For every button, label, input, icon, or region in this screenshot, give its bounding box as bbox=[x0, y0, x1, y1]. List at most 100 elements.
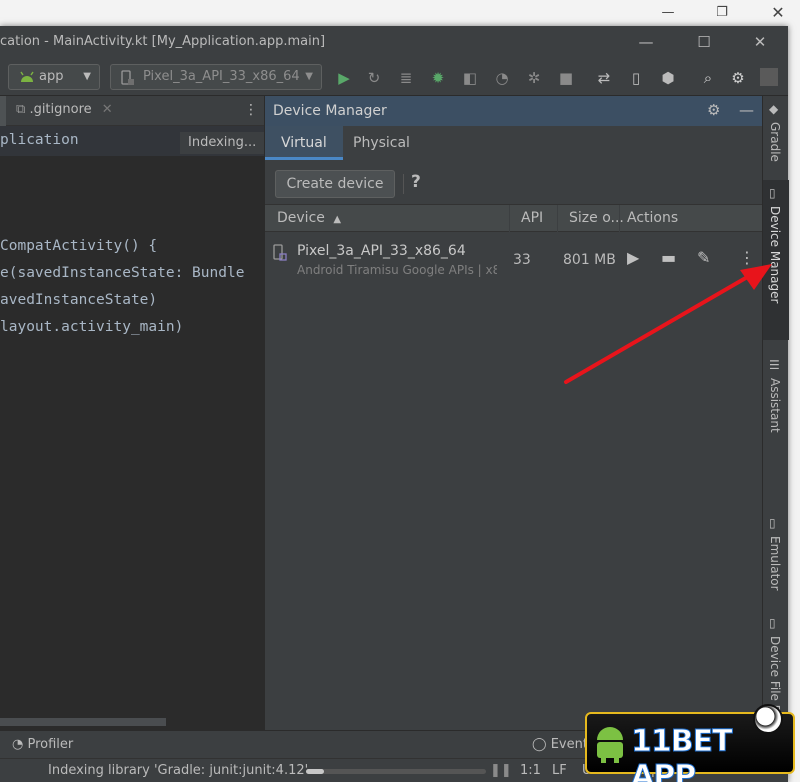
column-actions: Actions bbox=[627, 210, 679, 226]
code-line: CompatActivity() { bbox=[0, 238, 158, 254]
event-log-label: Event bbox=[550, 737, 588, 752]
outer-close-icon[interactable]: ✕ bbox=[764, 4, 792, 22]
elephant-icon: ◆ bbox=[769, 102, 779, 116]
line-separator[interactable]: LF bbox=[552, 763, 567, 778]
profile-icon[interactable]: ◔ bbox=[492, 68, 512, 88]
column-divider[interactable] bbox=[619, 205, 620, 233]
device-combo[interactable]: Pixel_3a_API_33_x86_64 ▼ bbox=[110, 64, 322, 90]
watermark-logo: 11BET APP bbox=[585, 704, 795, 782]
column-api[interactable]: API bbox=[521, 210, 543, 226]
column-device-label: Device bbox=[277, 210, 325, 226]
status-message: Indexing library 'Gradle: junit:junit:4.… bbox=[48, 763, 309, 778]
window-title: cation - MainActivity.kt [My_Application… bbox=[0, 34, 326, 49]
module-combo[interactable]: app ▼ bbox=[8, 64, 100, 90]
column-device[interactable]: Device ▲ bbox=[277, 210, 341, 226]
device-manager-toolbar-icon[interactable]: ▯ bbox=[626, 68, 646, 88]
main-toolbar: app ▼ Pixel_3a_API_33_x86_64 ▼ ▶ ↻ ≣ ✹ ◧… bbox=[0, 58, 788, 96]
right-tool-bar: ◆ Gradle ▯ Device Manager ☰ Assistant ▯ … bbox=[762, 96, 789, 743]
device-table-header: Device ▲ API Size o... Actions bbox=[265, 204, 763, 233]
breadcrumb: plication Indexing... bbox=[0, 126, 264, 156]
create-device-button[interactable]: Create device bbox=[275, 170, 395, 198]
file-icon: ⧉ bbox=[16, 102, 26, 117]
sidebar-item-label: Emulator bbox=[768, 536, 782, 591]
debug-icon[interactable]: ✹ bbox=[428, 68, 448, 88]
outer-minimize-icon[interactable]: — bbox=[654, 4, 682, 22]
help-icon[interactable]: ? bbox=[411, 172, 421, 192]
sidebar-item-emulator[interactable]: ▯ Emulator bbox=[763, 510, 789, 591]
device-icon: ▯ bbox=[769, 186, 776, 200]
sort-ascending-icon: ▲ bbox=[333, 214, 342, 225]
code-editor[interactable]: plication Indexing... CompatActivity() {… bbox=[0, 126, 264, 730]
column-divider[interactable] bbox=[509, 205, 510, 233]
code-line: layout.activity_main) bbox=[0, 319, 184, 335]
column-size[interactable]: Size o... bbox=[569, 210, 624, 226]
tab-virtual[interactable]: Virtual bbox=[265, 126, 343, 160]
chevron-down-icon: ▼ bbox=[305, 71, 313, 82]
minimize-icon[interactable]: — bbox=[634, 32, 658, 52]
sidebar-item-gradle[interactable]: ◆ Gradle bbox=[763, 96, 789, 170]
indexing-progress bbox=[306, 769, 486, 774]
active-tab-edge bbox=[0, 96, 6, 126]
search-icon[interactable]: ⌕ bbox=[698, 68, 718, 88]
profiler-label: Profiler bbox=[27, 737, 74, 752]
hide-panel-icon[interactable]: — bbox=[739, 101, 754, 119]
sdk-manager-icon[interactable]: ⬢ bbox=[658, 68, 678, 88]
outer-window-bar: — ❐ ✕ bbox=[0, 0, 800, 26]
module-combo-label: app bbox=[39, 69, 64, 84]
attach-debugger-icon[interactable]: ✲ bbox=[524, 68, 544, 88]
ide-window: cation - MainActivity.kt [My_Application… bbox=[0, 26, 789, 782]
editor-tab-bar: ⧉ .gitignore ✕ ⋮ bbox=[0, 96, 264, 126]
screen: — ❐ ✕ cation - MainActivity.kt [My_Appli… bbox=[0, 0, 800, 782]
tab-physical[interactable]: Physical bbox=[337, 126, 426, 160]
virtual-device-icon bbox=[273, 244, 287, 261]
indexing-indicator: Indexing... bbox=[180, 132, 264, 154]
soccer-ball-icon bbox=[753, 704, 783, 734]
android-icon bbox=[20, 71, 34, 82]
close-tab-icon[interactable]: ✕ bbox=[102, 102, 113, 117]
sidebar-item-label: Gradle bbox=[768, 122, 782, 162]
code-line: avedInstanceState) bbox=[0, 292, 158, 308]
tab-gitignore[interactable]: ⧉ .gitignore ✕ bbox=[16, 102, 113, 117]
device-manager-header: Device Manager ⚙ — bbox=[265, 96, 763, 126]
coverage-icon[interactable]: ◧ bbox=[460, 68, 480, 88]
title-bar: cation - MainActivity.kt [My_Application… bbox=[0, 26, 788, 58]
stop-icon[interactable]: ■ bbox=[556, 68, 576, 88]
event-log-tab[interactable]: ◯ Event bbox=[532, 737, 588, 752]
event-icon: ◯ bbox=[532, 737, 547, 752]
device-combo-label: Pixel_3a_API_33_x86_64 bbox=[143, 69, 300, 84]
profiler-tab[interactable]: ◔ Profiler bbox=[12, 737, 73, 752]
toolbar-divider bbox=[403, 174, 404, 194]
close-icon[interactable]: ✕ bbox=[748, 32, 772, 52]
more-vert-icon[interactable]: ⋮ bbox=[244, 102, 258, 118]
emulator-icon: ▯ bbox=[769, 516, 776, 530]
tab-virtual-label: Virtual bbox=[281, 135, 327, 151]
gear-icon[interactable]: ⚙ bbox=[728, 68, 748, 88]
progress-fill bbox=[306, 769, 324, 774]
device-icon bbox=[121, 70, 134, 85]
caret-position[interactable]: 1:1 bbox=[520, 763, 541, 778]
device-manager-panel: Device Manager ⚙ — Virtual Physical Crea… bbox=[264, 96, 763, 730]
apply-changes-icon[interactable]: ↻ bbox=[364, 68, 384, 88]
maximize-icon[interactable]: ☐ bbox=[692, 32, 716, 52]
avatar[interactable] bbox=[760, 68, 778, 86]
device-icon: ▯ bbox=[769, 616, 776, 630]
android-mascot-icon bbox=[597, 727, 623, 763]
device-name: Pixel_3a_API_33_x86_64 bbox=[297, 243, 466, 259]
tab-physical-label: Physical bbox=[353, 135, 410, 151]
device-subtitle: Android Tiramisu Google APIs | x8... bbox=[297, 263, 497, 277]
annotation-arrow bbox=[564, 264, 772, 384]
apply-code-icon[interactable]: ≣ bbox=[396, 68, 416, 88]
device-type-tabs: Virtual Physical bbox=[265, 126, 763, 160]
code-line: e(savedInstanceState: Bundle bbox=[0, 265, 245, 281]
column-divider[interactable] bbox=[557, 205, 558, 233]
outer-restore-icon[interactable]: ❐ bbox=[708, 4, 736, 22]
tab-gitignore-label: .gitignore bbox=[29, 102, 92, 117]
run-icon[interactable]: ▶ bbox=[334, 68, 354, 88]
horizontal-scrollbar[interactable] bbox=[0, 718, 166, 726]
sync-gradle-icon[interactable]: ⇄ bbox=[594, 68, 614, 88]
gauge-icon: ◔ bbox=[12, 737, 24, 752]
chevron-down-icon: ▼ bbox=[83, 71, 91, 82]
gear-icon[interactable]: ⚙ bbox=[707, 101, 720, 119]
device-manager-title: Device Manager bbox=[273, 103, 387, 119]
pause-icon[interactable]: ❚❚ bbox=[490, 763, 512, 778]
